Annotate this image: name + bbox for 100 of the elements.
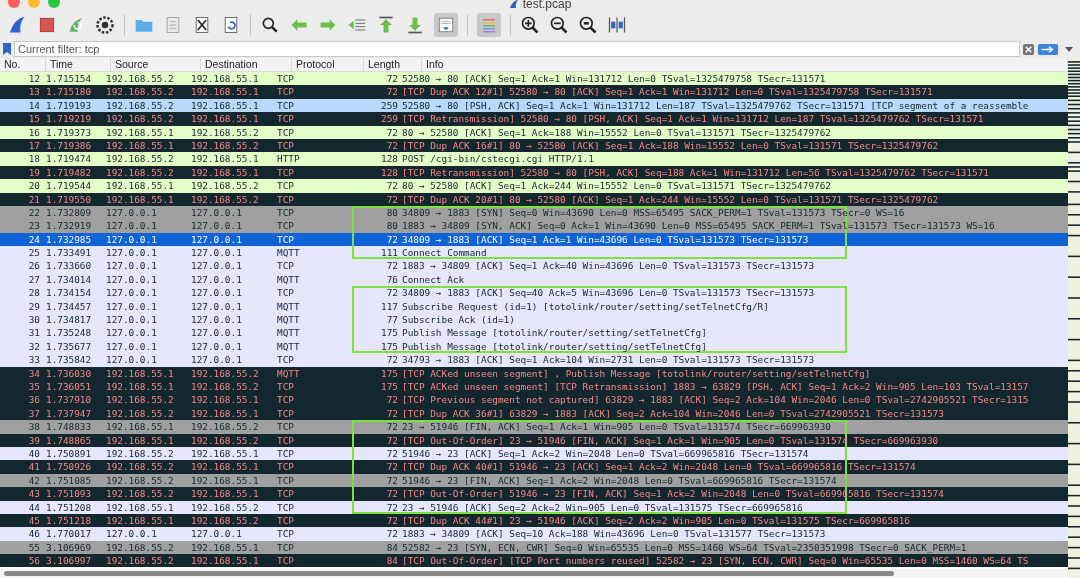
table-cell-text: 72 xyxy=(385,232,399,247)
table-cell-text: 72 xyxy=(385,72,399,86)
table-cell-text: TCP xyxy=(277,500,295,514)
table-cell-text: 127.0.0.1 xyxy=(106,246,158,260)
table-cell-text: 127.0.0.1 xyxy=(106,259,158,273)
table-cell-text: 192.168.55.1 xyxy=(191,72,260,86)
table-cell-text: 1.737947 xyxy=(46,406,93,421)
zoom-in-icon[interactable] xyxy=(520,15,540,35)
packet-row[interactable]: 38 1.748833 192.168.55.1 192.168.55.2 TCP 72 23 → 51946 [FIN, ACK] Seq=1 Ack=1 Win=905 Len=0 TSval=131574 TSecr=669963930 xyxy=(0,420,1068,434)
table-cell-text: 12 xyxy=(27,72,41,86)
packet-row[interactable]: 15 1.719219 192.168.55.2 192.168.55.1 TCP 259 [TCP Retransmission] 52580 → 80 [PSH, ACK] Seq=1 Ack=1 Win=131712 Len=187 TSval=1325479762 TSecr=131571 xyxy=(0,112,1068,126)
settings-icon[interactable] xyxy=(95,15,115,35)
column-header[interactable]: No. xyxy=(0,58,46,71)
table-cell-text: 28 xyxy=(27,286,41,300)
packet-row[interactable]: 13 1.715180 192.168.55.2 192.168.55.1 TCP 72 [TCP Dup ACK 12#1] 52580 → 80 [ACK] Seq=1 Ack=1 Win=131712 Len=0 TSval=1325479758 TSecr=131571 xyxy=(0,85,1068,99)
column-header[interactable]: Protocol xyxy=(292,58,364,71)
column-header[interactable]: Length xyxy=(364,58,422,71)
zoom-reset-icon[interactable] xyxy=(578,15,598,35)
table-cell-text: 17 xyxy=(27,138,41,153)
table-cell: Connect Command xyxy=(402,246,487,260)
table-cell-text: 72 xyxy=(385,85,399,99)
down-arrow-icon[interactable] xyxy=(405,15,425,35)
table-cell-text: 192.168.55.1 xyxy=(191,112,260,126)
table-cell-text: MQTT xyxy=(277,272,301,287)
packet-row[interactable]: 31 1.735248 127.0.0.1 127.0.0.1 MQTT 175 Publish Message [totolink/router/setting/setTelnetCfg] xyxy=(0,326,1068,340)
table-cell-text: 55 xyxy=(27,540,41,555)
table-cell-text: 21 xyxy=(27,192,41,206)
table-cell-text: 192.168.55.2 xyxy=(106,165,175,180)
table-cell-text: 1.734154 xyxy=(46,286,93,300)
table-cell-text: 23 xyxy=(27,219,41,233)
table-cell-text: 192.168.55.1 xyxy=(191,165,260,180)
packet-row[interactable]: 25 1.733491 127.0.0.1 127.0.0.1 MQTT 111 Connect Command xyxy=(0,246,1068,260)
table-cell-text: TCP xyxy=(277,554,295,568)
packet-row[interactable]: 46 1.770017 127.0.0.1 127.0.0.1 TCP 72 1883 → 34809 [ACK] Seq=10 Ack=188 Win=43696 Len=0 TSval=131577 TSecr=131573 xyxy=(0,527,1068,541)
table-cell-text: 127.0.0.1 xyxy=(106,313,158,327)
column-header[interactable]: Time xyxy=(46,58,111,71)
packet-row[interactable]: 41 1.750926 192.168.55.2 192.168.55.1 TCP 72 [TCP Dup ACK 40#1] 51946 → 23 [ACK] Seq=1 Ack=2 Win=2048 Len=0 TSval=669965816 TSecr=131574 xyxy=(0,460,1068,474)
stop-icon[interactable] xyxy=(37,15,57,35)
table-cell-text: 41 xyxy=(27,460,41,474)
table-cell-text: 192.168.55.2 xyxy=(106,72,175,86)
table-cell-text: 192.168.55.2 xyxy=(191,125,260,139)
auto-scroll-button[interactable] xyxy=(434,13,458,37)
table-cell-text: TCP xyxy=(277,353,295,367)
table-cell-text: 20 xyxy=(27,179,41,193)
clear-filter-icon[interactable] xyxy=(1023,43,1034,55)
packet-row[interactable]: 56 3.106997 192.168.55.2 192.168.55.1 TCP 84 [TCP Out-Of-Order] [TCP Port numbers reused] 52582 → 23 [SYN, ECN, CWR] Seq=0 Win=65535 Len=0 MSS=1460 WS=64 TS xyxy=(0,554,1068,568)
table-cell-text: MQTT xyxy=(277,326,301,340)
display-filter-field[interactable]: Current filter: tcp xyxy=(14,41,1020,57)
zoom-out-icon[interactable] xyxy=(549,15,569,35)
table-cell-text: 1.735677 xyxy=(46,339,93,354)
table-cell-text: 192.168.55.2 xyxy=(106,540,175,555)
packet-row[interactable]: 12 1.715154 192.168.55.2 192.168.55.1 TCP 72 52580 → 80 [ACK] Seq=1 Ack=1 Win=131712 Len=0 TSval=1325479758 TSecr=131571 xyxy=(0,72,1068,86)
table-cell-text: TCP xyxy=(277,513,295,528)
horizontal-scrollbar[interactable] xyxy=(4,571,895,576)
table-cell: [TCP Dup ACK 16#1] 80 → 52580 [ACK] Seq=1 Ack=188 Win=15552 Len=0 TSval=131571 TSecr=1325479762 xyxy=(402,138,939,153)
table-cell-text: 192.168.55.1 xyxy=(191,460,260,474)
table-cell-text: 127.0.0.1 xyxy=(191,339,243,354)
packet-row[interactable]: 18 1.719474 192.168.55.2 192.168.55.1 HTTP 128 POST /cgi-bin/cstecgi.cgi HTTP/1.1 xyxy=(0,152,1068,166)
column-header[interactable]: Source xyxy=(111,58,201,71)
packet-row[interactable]: 36 1.737910 192.168.55.2 192.168.55.1 TCP 72 [TCP Previous segment not captured] 63829 → 1883 [ACK] Seq=2 Ack=104 Win=2046 Len=0 TSval=2742905521 TSecr=1315 xyxy=(0,393,1068,407)
bookmark-icon[interactable] xyxy=(3,43,11,55)
table-cell-text: 3.106997 xyxy=(46,554,93,568)
table-cell-text: TCP xyxy=(277,446,295,461)
table-cell-text: 128 xyxy=(380,165,399,180)
table-cell-text: 192.168.55.2 xyxy=(106,406,175,421)
packet-row[interactable]: 30 1.734817 127.0.0.1 127.0.0.1 MQTT 77 Subscribe Ack (id=1) xyxy=(0,313,1068,327)
table-cell-text: TCP xyxy=(277,205,295,220)
colorize-button[interactable] xyxy=(477,13,501,37)
table-cell-text: 192.168.55.2 xyxy=(191,433,260,447)
table-cell-text: 1.750891 xyxy=(46,446,93,461)
packet-row[interactable]: 28 1.734154 127.0.0.1 127.0.0.1 TCP 72 34809 → 1883 [ACK] Seq=40 Ack=5 Win=43696 Len=0 TSval=131573 TSecr=131573 xyxy=(0,286,1068,300)
table-cell-text: 72 xyxy=(385,420,399,434)
table-cell-text: MQTT xyxy=(277,339,301,354)
search-icon[interactable] xyxy=(260,15,280,35)
table-cell-text: 1.735842 xyxy=(46,353,93,367)
table-cell-text: 38 xyxy=(27,420,41,434)
up-arrow-icon[interactable] xyxy=(376,15,396,35)
table-cell-text: 1.751085 xyxy=(46,473,93,488)
table-cell-text: 127.0.0.1 xyxy=(106,299,158,314)
table-cell-text: 35 xyxy=(27,380,41,394)
table-cell: 51946 → 23 [FIN, ACK] Seq=1 Ack=2 Win=2048 Len=0 TSval=669965816 TSecr=131574 xyxy=(402,473,837,488)
table-cell-text: TCP xyxy=(277,125,295,139)
column-header[interactable]: Destination xyxy=(201,58,292,71)
caret-icon[interactable] xyxy=(1065,46,1073,52)
table-cell-text: 192.168.55.2 xyxy=(106,554,175,568)
table-cell-text: MQTT xyxy=(277,313,301,327)
table-cell: Publish Message [totolink/router/setting/setTelnetCfg] xyxy=(402,326,707,340)
packet-row[interactable]: 33 1.735842 127.0.0.1 127.0.0.1 TCP 72 34793 → 1883 [ACK] Seq=1 Ack=104 Win=2731 Len=0 TSval=131573 TSecr=131573 xyxy=(0,353,1068,367)
table-cell-text: 192.168.55.2 xyxy=(106,152,175,166)
packet-row[interactable]: 20 1.719544 192.168.55.1 192.168.55.2 TCP 72 80 → 52580 [ACK] Seq=1 Ack=244 Win=15552 Len=0 TSval=131571 TSecr=1325479762 xyxy=(0,179,1068,193)
table-cell-text: 16 xyxy=(27,125,41,139)
table-cell-text: 192.168.55.1 xyxy=(191,393,260,407)
apply-filter-icon[interactable] xyxy=(1037,43,1059,55)
table-cell-text: TCP xyxy=(277,460,295,474)
resize-columns-icon[interactable] xyxy=(607,15,627,35)
table-cell-text: 37 xyxy=(27,406,41,421)
packet-minimap-drawing[interactable] xyxy=(1068,58,1080,578)
table-cell-text: 192.168.55.1 xyxy=(191,152,260,166)
packet-row[interactable]: 26 1.733660 127.0.0.1 127.0.0.1 TCP 72 1883 → 34809 [ACK] Seq=1 Ack=40 Win=43696 Len=0 TSval=131573 TSecr=131573 xyxy=(0,259,1068,273)
table-cell-text: 46 xyxy=(27,527,41,541)
